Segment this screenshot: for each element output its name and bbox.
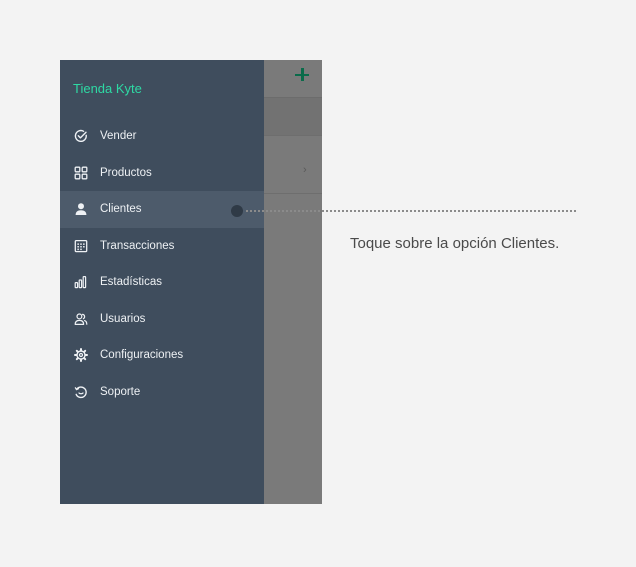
support-icon: [74, 385, 87, 398]
callout-instruction: Toque sobre la opción Clientes.: [350, 235, 560, 252]
menu-item-label: Productos: [100, 166, 152, 179]
menu-item-label: Transacciones: [100, 239, 175, 252]
grid-icon: [74, 166, 88, 179]
gear-icon: [74, 348, 88, 362]
check-circle-icon: [74, 129, 87, 143]
menu-item-configuraciones[interactable]: Configuraciones: [60, 337, 264, 374]
menu-item-label: Estadísticas: [100, 276, 162, 288]
menu-item-soporte[interactable]: Soporte: [60, 374, 264, 411]
store-name: Tienda Kyte: [73, 81, 142, 96]
calendar-icon: [74, 239, 88, 252]
callout-leader-line: [246, 210, 576, 212]
chevron-right-icon: ›: [303, 164, 307, 176]
menu-item-estadisticas[interactable]: Estadísticas: [60, 264, 264, 301]
menu-item-vender[interactable]: Vender: [60, 118, 264, 155]
menu-item-label: Soporte: [100, 385, 141, 398]
menu-item-productos[interactable]: Productos: [60, 155, 264, 192]
phone-screen: › Tienda Kyte Vender Productos Clientes …: [60, 60, 322, 504]
user-icon: [75, 203, 87, 215]
menu-item-label: Vender: [100, 130, 137, 142]
menu-item-usuarios[interactable]: Usuarios: [60, 301, 264, 338]
callout-marker: [231, 205, 243, 217]
add-icon[interactable]: [294, 66, 310, 82]
users-icon: [74, 312, 88, 325]
menu-item-label: Configuraciones: [100, 349, 184, 361]
bar-chart-icon: [74, 276, 87, 289]
navigation-drawer: Tienda Kyte Vender Productos Clientes Tr…: [60, 60, 264, 504]
menu-item-label: Usuarios: [100, 312, 146, 325]
menu-item-label: Clientes: [100, 203, 142, 215]
menu-item-transacciones[interactable]: Transacciones: [60, 228, 264, 265]
drawer-menu: Vender Productos Clientes Transacciones …: [60, 118, 264, 410]
